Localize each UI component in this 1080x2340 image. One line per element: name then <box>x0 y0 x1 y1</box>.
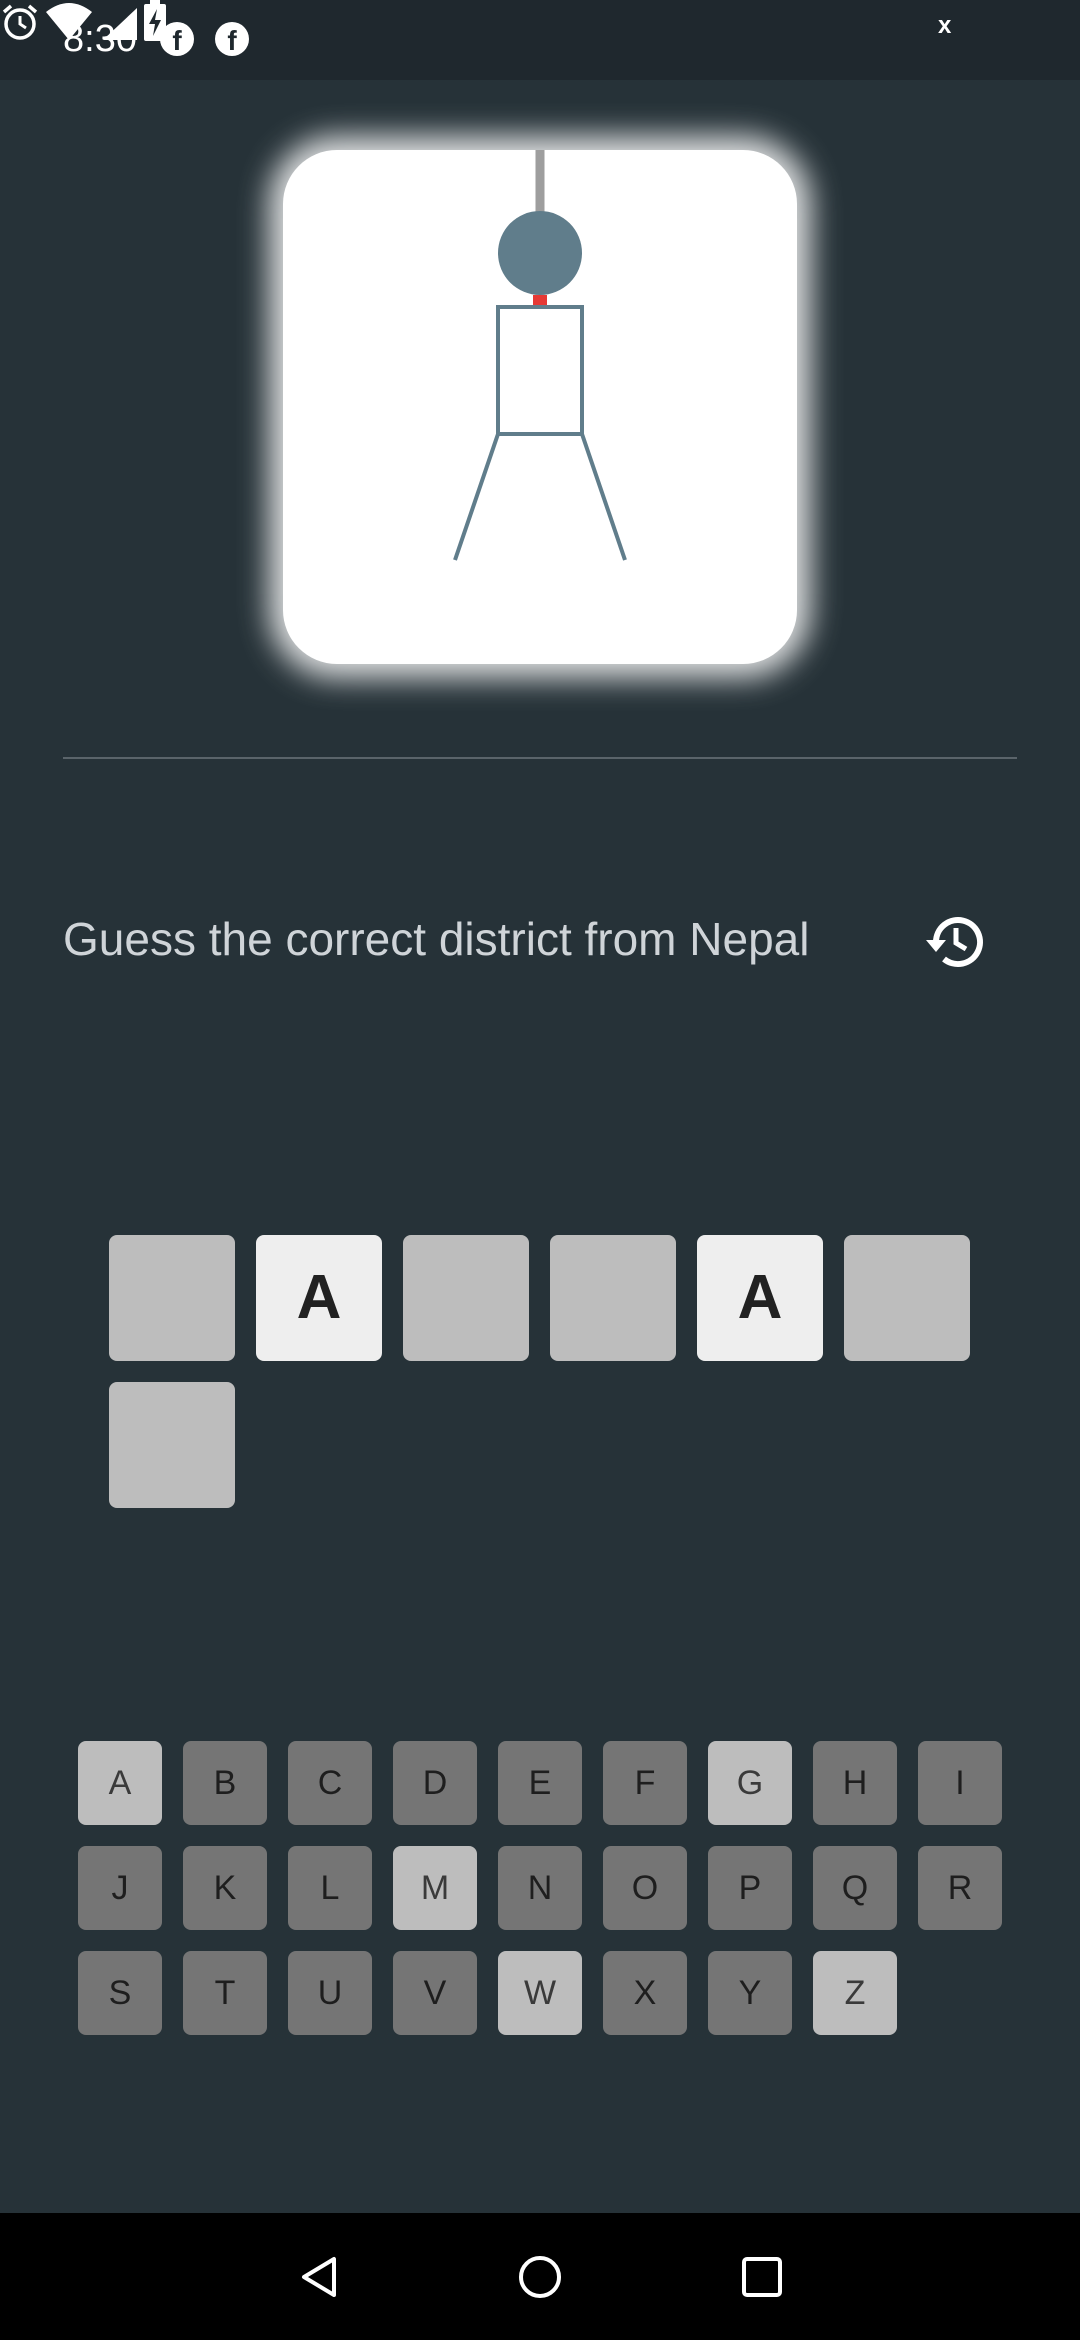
hangman-left-leg <box>453 433 500 561</box>
word-slot <box>109 1235 235 1361</box>
key-t[interactable]: T <box>183 1951 267 2035</box>
hangman-head <box>498 211 582 295</box>
word-slot: A <box>256 1235 382 1361</box>
key-q[interactable]: Q <box>813 1846 897 1930</box>
word-slot: A <box>697 1235 823 1361</box>
key-x[interactable]: X <box>603 1951 687 2035</box>
key-d[interactable]: D <box>393 1741 477 1825</box>
key-m[interactable]: M <box>393 1846 477 1930</box>
game-prompt: Guess the correct district from Nepal <box>63 913 810 965</box>
key-w[interactable]: W <box>498 1951 582 2035</box>
key-h[interactable]: H <box>813 1741 897 1825</box>
key-b[interactable]: B <box>183 1741 267 1825</box>
key-f[interactable]: F <box>603 1741 687 1825</box>
back-icon[interactable] <box>296 2253 344 2301</box>
hangman-right-leg <box>580 433 627 561</box>
key-y[interactable]: Y <box>708 1951 792 2035</box>
key-e[interactable]: E <box>498 1741 582 1825</box>
divider <box>63 757 1017 759</box>
key-j[interactable]: J <box>78 1846 162 1930</box>
key-u[interactable]: U <box>288 1951 372 2035</box>
key-r[interactable]: R <box>918 1846 1002 1930</box>
word-slot <box>550 1235 676 1361</box>
status-time: 8:30 <box>63 18 137 60</box>
home-icon[interactable] <box>516 2253 564 2301</box>
word-slot <box>109 1382 235 1508</box>
key-v[interactable]: V <box>393 1951 477 2035</box>
key-k[interactable]: K <box>183 1846 267 1930</box>
key-i[interactable]: I <box>918 1741 1002 1825</box>
key-a[interactable]: A <box>78 1741 162 1825</box>
key-n[interactable]: N <box>498 1846 582 1930</box>
key-z[interactable]: Z <box>813 1951 897 2035</box>
status-bar: 8:30 f f x <box>0 0 1080 80</box>
navigation-bar <box>0 2213 1080 2340</box>
wifi-badge: x <box>938 12 952 39</box>
recents-icon[interactable] <box>738 2253 786 2301</box>
key-p[interactable]: P <box>708 1846 792 1930</box>
hangman-figure <box>453 150 627 561</box>
facebook-icon: f <box>160 22 194 56</box>
key-g[interactable]: G <box>708 1741 792 1825</box>
key-c[interactable]: C <box>288 1741 372 1825</box>
facebook-icon: f <box>215 22 249 56</box>
hangman-drawing-card <box>283 150 797 664</box>
word-slot <box>403 1235 529 1361</box>
word-slot <box>844 1235 970 1361</box>
key-s[interactable]: S <box>78 1951 162 2035</box>
key-l[interactable]: L <box>288 1846 372 1930</box>
hangman-body <box>496 305 584 436</box>
alarm-icon <box>2 4 38 40</box>
key-o[interactable]: O <box>603 1846 687 1930</box>
history-icon[interactable] <box>922 910 986 974</box>
